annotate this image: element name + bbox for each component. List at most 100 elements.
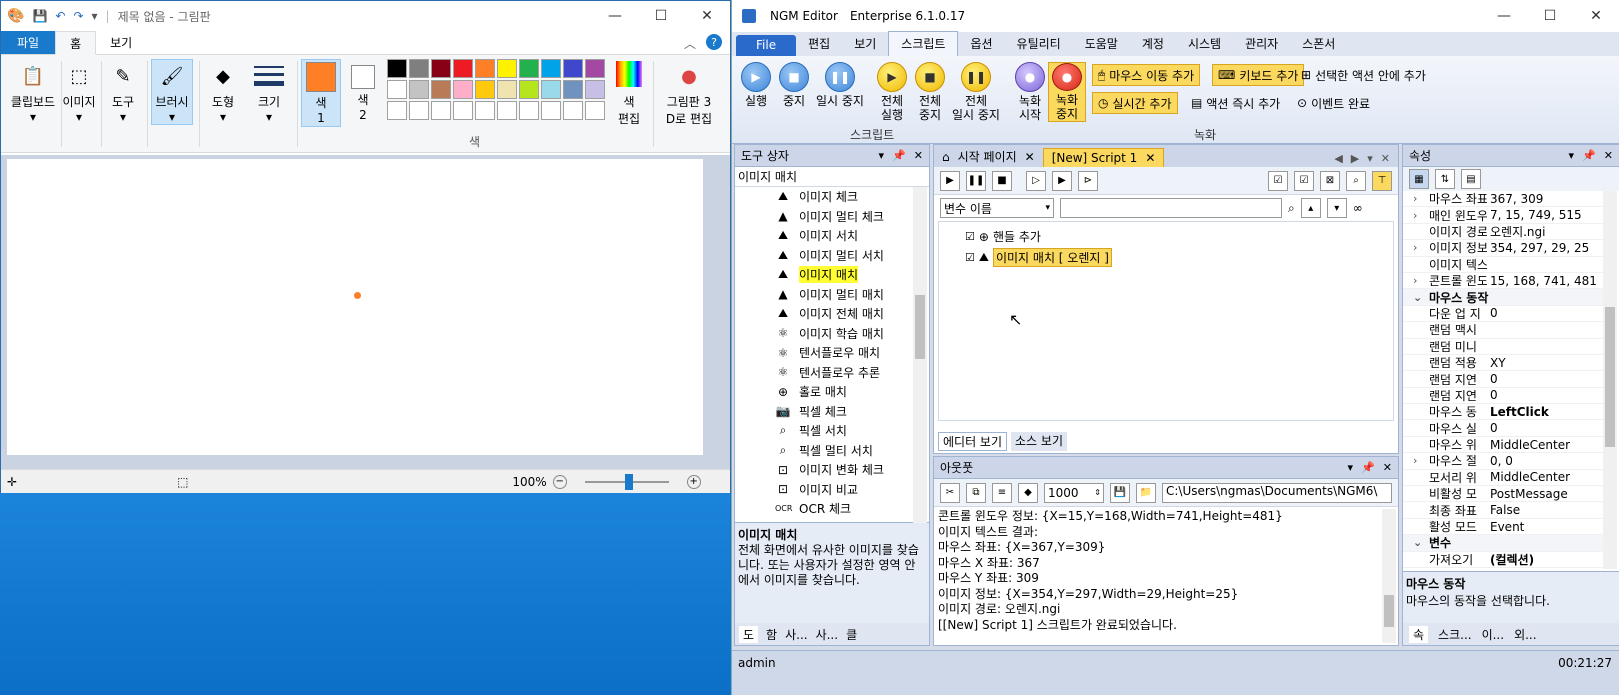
stop-button[interactable]: ■ 중지 (776, 62, 812, 108)
check-all-icon[interactable]: ☑ (1268, 170, 1288, 191)
pause-icon[interactable]: ❚❚ (966, 170, 986, 191)
property-category[interactable]: ⌄ 마우스 동작 (1403, 289, 1605, 306)
record-stop-button[interactable]: ● 녹화 중지 (1048, 62, 1086, 122)
toolbox-item[interactable]: ⚛ 텐서플로우 추론 (735, 363, 929, 383)
menu-item[interactable]: 유틸리티 (1005, 32, 1073, 56)
delete-icon[interactable]: ⊠ (1320, 170, 1340, 191)
property-row[interactable]: 마우스 실 0 (1403, 420, 1605, 437)
expand-icon[interactable]: › (1413, 274, 1417, 287)
panel-tab[interactable]: 도 (739, 625, 759, 643)
menu-item[interactable]: 보기 (842, 32, 888, 56)
toolbox-item[interactable]: ⛰ 이미지 체크 (735, 187, 929, 207)
palette-swatch[interactable] (497, 80, 517, 99)
panel-tab[interactable]: 외... (1514, 626, 1536, 643)
maximize-button[interactable]: ☐ (638, 1, 684, 31)
toolbox-item[interactable]: ⛰ 이미지 매치 (735, 265, 929, 285)
minimize-button[interactable]: — (592, 1, 638, 31)
menu-item[interactable]: 옵션 (958, 32, 1004, 56)
toolbox-item[interactable]: ⌕ 픽셀 서치 (735, 421, 929, 441)
toolbox-item[interactable]: ⊡ 이미지 비교 (735, 480, 929, 500)
tools-button[interactable]: ✎ 도구 ▾ (105, 59, 141, 131)
property-row[interactable]: 랜덤 지연 0 (1403, 371, 1605, 388)
palette-swatch[interactable] (563, 80, 583, 99)
run-all-button[interactable]: ▶ 전체 실행 (872, 62, 912, 122)
toolbox-item[interactable]: ▲ 이미지 멀티 매치 (735, 285, 929, 305)
property-pages-icon[interactable]: ▤ (1461, 169, 1481, 189)
palette-swatch[interactable] (453, 80, 473, 99)
add-keyboard-button[interactable]: ⌨ 키보드 추가 (1212, 64, 1305, 86)
property-row[interactable]: › 마우스 절 0, 0 (1403, 453, 1605, 470)
palette-swatch[interactable] (519, 80, 539, 99)
output-scrollbar[interactable] (1382, 509, 1396, 643)
property-row[interactable]: 랜덤 지연 0 (1403, 388, 1605, 405)
palette-swatch[interactable] (431, 101, 451, 120)
palette-swatch[interactable] (409, 80, 429, 99)
palette-swatch[interactable] (409, 59, 429, 78)
zoom-icon[interactable]: ⌕ (1346, 170, 1366, 191)
move-up-icon[interactable]: ▴ (1300, 198, 1321, 218)
tab-prev-icon[interactable]: ◀ (1334, 152, 1342, 165)
property-row[interactable]: 최종 좌표 False (1403, 502, 1605, 519)
tree-node-add-handle[interactable]: ☑ ⊕ 핸들 추가 (965, 228, 1041, 245)
toolbox-search-input[interactable]: 이미지 매치 (735, 167, 929, 187)
panel-tab[interactable]: 스크... (1438, 626, 1472, 643)
stop-all-button[interactable]: ■ 전체 중지 (910, 62, 950, 122)
color2-button[interactable]: 색 2 (345, 59, 381, 131)
palette-swatch[interactable] (541, 59, 561, 78)
tab-home[interactable]: 홈 (55, 31, 97, 55)
tab-file[interactable]: 파일 (1, 31, 56, 54)
image-button[interactable]: ⬚ 이미지 ▾ (61, 59, 97, 131)
property-row[interactable]: 모서리 위 MiddleCenter (1403, 470, 1605, 487)
toolbox-item[interactable]: ⛰ 이미지 서치 (735, 226, 929, 246)
variable-value-input[interactable] (1060, 198, 1282, 218)
expand-icon[interactable]: › (1413, 192, 1417, 205)
eraser-icon[interactable]: ◆ (1018, 482, 1038, 503)
menu-item[interactable]: 도움말 (1073, 32, 1130, 56)
palette-swatch[interactable] (541, 101, 561, 120)
pause-button[interactable]: ❚❚ 일시 중지 (812, 62, 868, 108)
property-row[interactable]: 이미지 텍스 (1403, 257, 1605, 273)
toolbox-item[interactable]: ⊕ 홀로 매치 (735, 382, 929, 402)
palette-swatch[interactable] (475, 59, 495, 78)
brushes-button[interactable]: 🖌 브러시 ▾ (151, 59, 193, 125)
palette-swatch[interactable] (585, 80, 605, 99)
clear-filter-icon[interactable]: ✂ (940, 482, 960, 503)
palette-swatch[interactable] (497, 101, 517, 120)
property-row[interactable]: 다운 업 지 0 (1403, 306, 1605, 323)
pause-all-button[interactable]: ❚❚ 전체 일시 중지 (948, 62, 1004, 122)
run-button[interactable]: ▶ 실행 (736, 62, 776, 108)
menu-item[interactable]: 계정 (1130, 32, 1176, 56)
property-row[interactable]: › 콘트롤 윈도 15, 168, 741, 481 (1403, 273, 1605, 290)
size-button[interactable]: 크기 ▾ (249, 59, 289, 131)
line-count-input[interactable]: 1000 ⇕ (1044, 482, 1104, 503)
save-icon[interactable]: 💾 (32, 9, 47, 23)
palette-swatch[interactable] (475, 80, 495, 99)
toolbox-menu-icon[interactable]: ▾ (879, 149, 885, 162)
variable-select[interactable]: 변수 이름 ▾ (940, 198, 1054, 218)
add-action-now-button[interactable]: ▤ 액션 즉시 추가 (1186, 92, 1285, 114)
search-icon[interactable]: ⌕ (1288, 201, 1295, 216)
properties-scrollbar[interactable] (1603, 191, 1617, 569)
color1-button[interactable]: 색 1 (301, 59, 341, 127)
toolbox-item[interactable]: ⌕ 픽셀 멀티 서치 (735, 441, 929, 461)
toolbox-scroll-thumb[interactable] (915, 295, 925, 359)
palette-swatch[interactable] (409, 101, 429, 120)
toolbox-item[interactable]: T 텍스트 체크 (735, 519, 929, 522)
toolbox-item[interactable]: ⛰ 이미지 멀티 서치 (735, 246, 929, 266)
log-path-field[interactable]: C:\Users\ngmas\Documents\NGM6\ (1162, 482, 1392, 503)
checkbox-icon[interactable]: ☑ (965, 251, 975, 264)
panel-tab[interactable]: 속 (1409, 625, 1429, 643)
property-category[interactable]: ⌄ 변수 (1403, 535, 1605, 552)
expand-icon[interactable]: › (1413, 454, 1417, 467)
palette-swatch[interactable] (585, 59, 605, 78)
list-icon[interactable]: ≡ (992, 482, 1012, 503)
tab-list-icon[interactable]: ▾ (1367, 152, 1373, 165)
zoom-slider[interactable] (584, 473, 669, 490)
toolbox-item[interactable]: 📷 픽셀 체크 (735, 402, 929, 422)
panel-tab[interactable]: 함 (766, 626, 777, 643)
palette-swatch[interactable] (453, 101, 473, 120)
palette-swatch[interactable] (431, 59, 451, 78)
tree-node-image-match[interactable]: ☑ ⛰ 이미지 매치 [ 오렌지 ] (965, 248, 1112, 267)
checkbox-icon[interactable]: ☑ (965, 230, 975, 243)
step-run-icon[interactable]: ▷ (1026, 170, 1046, 191)
